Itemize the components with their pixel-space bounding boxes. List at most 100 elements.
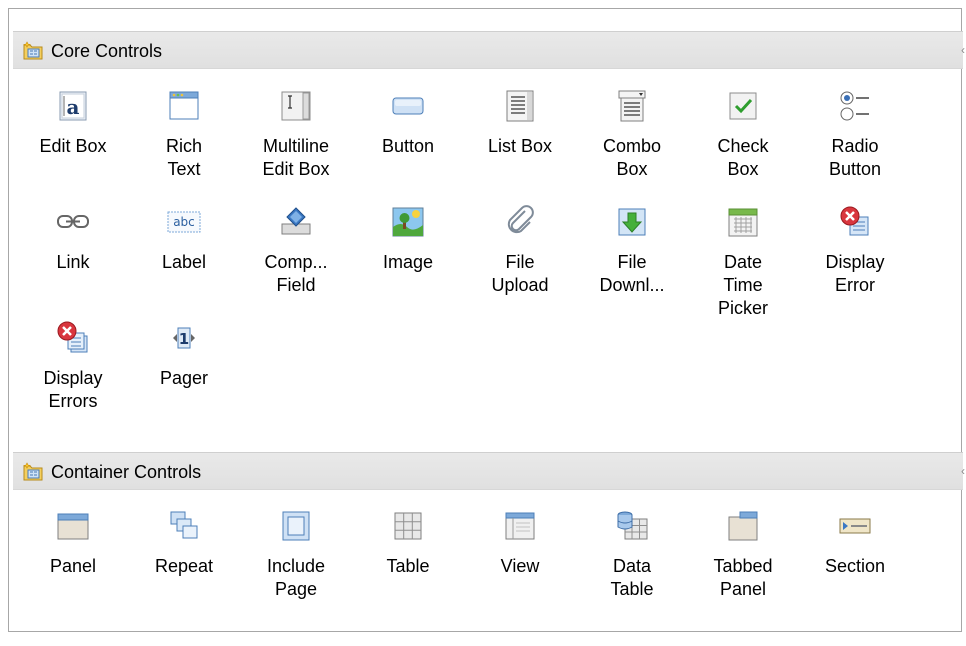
list-box-icon <box>503 89 537 123</box>
panel-icon <box>56 509 90 543</box>
label-line: Error <box>835 275 875 295</box>
label-line: Errors <box>48 391 98 411</box>
rich-text-icon <box>167 89 201 123</box>
label-line: Section <box>824 556 886 576</box>
label-line: List Box <box>487 136 553 156</box>
label-line: Image <box>382 252 434 272</box>
label-line: Rich <box>165 136 202 156</box>
label-line: Button <box>381 136 435 156</box>
palette-item-label: Button <box>360 135 456 158</box>
section-icon <box>838 509 872 543</box>
combo-box-icon <box>615 89 649 123</box>
label-line: Picker <box>717 298 768 318</box>
palette-item-label: Display Error <box>807 251 903 297</box>
palette-item-label: Tabbed Panel <box>695 555 791 601</box>
display-error-icon <box>838 205 872 239</box>
image-icon <box>391 205 425 239</box>
palette-item-label: Combo Box <box>584 135 680 181</box>
palette-item-label: Label <box>136 251 232 274</box>
repeat-icon <box>167 509 201 543</box>
edit-box-icon: a <box>56 89 90 123</box>
label-icon: abc <box>167 205 201 239</box>
check-box-icon <box>726 89 760 123</box>
computed-field-icon <box>279 205 313 239</box>
label-line: Radio <box>831 136 879 156</box>
label-line: Button <box>828 159 882 179</box>
label-line: Display <box>43 368 103 388</box>
label-line: Tabbed <box>713 556 773 576</box>
label-line: View <box>500 556 540 576</box>
drawer-title: Core Controls <box>51 41 163 61</box>
label-line: Data <box>612 556 652 576</box>
palette-item-label: Section <box>807 555 903 578</box>
data-table-icon <box>615 509 649 543</box>
label-line: Edit Box <box>262 159 330 179</box>
radio-button-icon <box>838 89 872 123</box>
label-line: Page <box>274 579 318 599</box>
palette-item-label: File Downl... <box>584 251 680 297</box>
palette-item-label: Date Time Picker <box>695 251 791 320</box>
label-line: Include <box>266 556 326 576</box>
label-line: Display <box>825 252 885 272</box>
palette-item-label: Table <box>360 555 456 578</box>
label-line: Repeat <box>154 556 214 576</box>
label-line: Field <box>276 275 316 295</box>
view-icon <box>503 509 537 543</box>
label-line: Edit Box <box>39 136 107 156</box>
multiline-edit-box-icon <box>279 89 313 123</box>
palette-item-label: Link <box>25 251 121 274</box>
tabbed-panel-icon <box>726 509 760 543</box>
collapse-arrow-icon[interactable]: ‹ <box>961 464 965 478</box>
drawer-header[interactable]: Container Controls ‹ <box>13 452 965 490</box>
label-line: Label <box>161 252 207 272</box>
drawer-header[interactable]: Core Controls ‹ <box>13 31 965 69</box>
palette-item-label: Multiline Edit Box <box>248 135 344 181</box>
palette-item-label: File Upload <box>472 251 568 297</box>
palette-item-label: Edit Box <box>25 135 121 158</box>
label-line: Downl... <box>599 275 665 295</box>
label-line: Panel <box>719 579 767 599</box>
label-line: Text <box>167 159 201 179</box>
label-line: Pager <box>159 368 209 388</box>
file-upload-icon <box>503 205 537 239</box>
label-line: File <box>505 252 535 272</box>
palette-item-label: Data Table <box>584 555 680 601</box>
label-line: Check <box>717 136 769 156</box>
palette-item-label: Display Errors <box>25 367 121 413</box>
label-line: Date <box>723 252 763 272</box>
palette-item-label: Comp... Field <box>248 251 344 297</box>
palette-item-label: Panel <box>25 555 121 578</box>
palette-folder-icon <box>23 40 43 60</box>
palette-item-label: List Box <box>472 135 568 158</box>
palette-item-label: Image <box>360 251 456 274</box>
label-line: Box <box>727 159 759 179</box>
button-icon <box>391 89 425 123</box>
display-errors-icon <box>56 321 90 355</box>
svg-text:abc: abc <box>173 215 195 229</box>
collapse-arrow-icon[interactable]: ‹ <box>961 43 965 57</box>
palette-folder-icon <box>23 461 43 481</box>
svg-text:1: 1 <box>179 330 189 348</box>
label-line: Time <box>723 275 763 295</box>
label-line: Box <box>616 159 648 179</box>
svg-text:a: a <box>67 95 80 119</box>
palette-item-label: Include Page <box>248 555 344 601</box>
include-page-icon <box>279 509 313 543</box>
palette-item-label: Check Box <box>695 135 791 181</box>
link-icon <box>56 205 90 239</box>
table-icon <box>391 509 425 543</box>
label-line: Link <box>56 252 90 272</box>
label-line: Comp... <box>264 252 328 272</box>
label-line: Combo <box>602 136 662 156</box>
palette-item-label: View <box>472 555 568 578</box>
label-line: Panel <box>49 556 97 576</box>
palette-item-label: Pager <box>136 367 232 390</box>
label-line: File <box>617 252 647 272</box>
date-time-picker-icon <box>726 205 760 239</box>
pager-icon: 1 <box>167 321 201 355</box>
drawer-title: Container Controls <box>51 462 202 482</box>
palette-item-label: Radio Button <box>807 135 903 181</box>
label-line: Table <box>386 556 430 576</box>
palette-item-label: Repeat <box>136 555 232 578</box>
label-line: Multiline <box>262 136 330 156</box>
